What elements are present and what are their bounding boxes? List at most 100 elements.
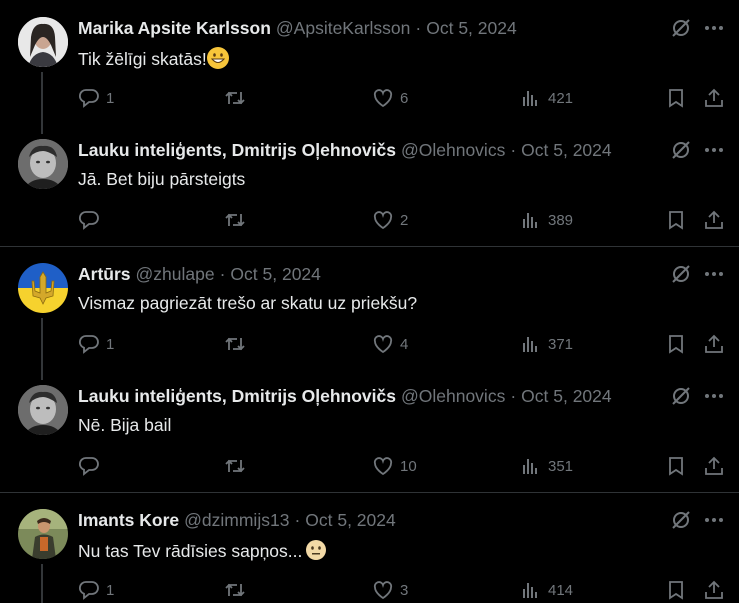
share-icon [705,456,723,475]
thread-divider [0,492,739,493]
tweet-text: Vismaz pagriezāt trešo ar skatu uz priek… [78,293,417,314]
author-name[interactable]: Imants Kore [78,510,179,531]
tweet-text: Tik žēlīgi skatās! [78,47,229,70]
retweet-icon [225,583,245,597]
bookmark-button[interactable] [665,209,687,231]
views-button[interactable]: 371 [520,333,573,355]
author-name[interactable]: Artūrs [78,264,131,285]
reply-button[interactable]: 1 [78,579,114,601]
grinning-face-icon [206,47,229,69]
author-handle[interactable]: @zhulape [136,264,215,285]
retweet-icon [225,91,245,105]
author-name[interactable]: Marika Apsite Karlsson [78,18,271,39]
reply-icon [78,335,99,354]
share-button[interactable] [703,87,725,109]
like-button[interactable]: 4 [372,333,408,355]
grok-icon[interactable] [670,509,692,531]
like-button[interactable]: 2 [372,209,408,231]
tweet-date[interactable]: Oct 5, 2024 [521,140,611,161]
reply-icon [78,211,99,230]
grok-icon[interactable] [670,17,692,39]
like-count: 3 [400,581,409,599]
retweet-button[interactable] [224,209,252,231]
action-bar: 2 389 [78,209,738,231]
tweet[interactable]: Lauku inteliģents, Dmitrijs Oļehnovičs @… [0,139,739,239]
reply-button[interactable]: 1 [78,333,114,355]
avatar[interactable] [18,139,68,189]
thread-line [41,564,43,603]
like-button[interactable]: 3 [372,579,408,601]
like-button[interactable]: 10 [372,455,417,477]
avatar[interactable] [18,17,68,67]
retweet-button[interactable] [224,87,252,109]
tweet-header: Lauku inteliģents, Dmitrijs Oļehnovičs @… [78,385,612,407]
tweet[interactable]: Artūrs @zhulape · Oct 5, 2024 Vismaz pag… [0,263,739,380]
action-bar: 10 351 [78,455,738,477]
grok-icon[interactable] [670,139,692,161]
author-handle[interactable]: @Olehnovics [401,386,505,407]
tweet-date[interactable]: Oct 5, 2024 [426,18,516,39]
tweet[interactable]: Marika Apsite Karlsson @ApsiteKarlsson ·… [0,17,739,134]
reply-count: 1 [106,581,115,599]
reply-button[interactable] [78,209,106,231]
like-count: 6 [400,89,409,107]
bookmark-icon [669,581,683,600]
bookmark-button[interactable] [665,455,687,477]
retweet-button[interactable] [224,455,252,477]
author-name[interactable]: Lauku inteliģents, Dmitrijs Oļehnovičs [78,386,396,407]
more-icon[interactable] [703,17,725,39]
views-icon [523,213,537,228]
share-icon [705,88,723,107]
views-button[interactable]: 421 [520,87,573,109]
avatar[interactable] [18,263,68,313]
like-icon [373,211,393,230]
reply-button[interactable]: 1 [78,87,114,109]
thread-line [41,72,43,134]
tweet-header: Lauku inteliģents, Dmitrijs Oļehnovičs @… [78,139,612,161]
views-button[interactable]: 351 [520,455,573,477]
bookmark-button[interactable] [665,579,687,601]
author-handle[interactable]: @dzimmijs13 [184,510,289,531]
author-handle[interactable]: @ApsiteKarlsson [276,18,411,39]
tweet-text-content: Jā. Bet biju pārsteigts [78,169,246,189]
more-icon[interactable] [703,509,725,531]
avatar[interactable] [18,509,68,559]
tweet[interactable]: Imants Kore @dzimmijs13 · Oct 5, 2024 Nu… [0,509,739,603]
like-icon [373,457,393,476]
share-icon [705,580,723,599]
more-icon[interactable] [703,139,725,161]
action-bar: 1 3 414 [78,579,738,601]
avatar[interactable] [18,385,68,435]
bookmark-button[interactable] [665,333,687,355]
tweet[interactable]: Lauku inteliģents, Dmitrijs Oļehnovičs @… [0,385,739,485]
retweet-button[interactable] [224,579,252,601]
grok-icon[interactable] [670,263,692,285]
views-button[interactable]: 414 [520,579,573,601]
separator: · [510,139,517,160]
share-icon [705,334,723,353]
like-count: 4 [400,335,409,353]
retweet-button[interactable] [224,333,252,355]
grok-icon[interactable] [670,385,692,407]
tweet-date[interactable]: Oct 5, 2024 [305,510,395,531]
tweet-date[interactable]: Oct 5, 2024 [521,386,611,407]
action-bar: 1 6 421 [78,87,738,109]
tweet-text: Nē. Bija bail [78,415,171,436]
reply-button[interactable] [78,455,106,477]
retweet-icon [225,337,245,351]
bookmark-button[interactable] [665,87,687,109]
like-button[interactable]: 6 [372,87,408,109]
share-button[interactable] [703,455,725,477]
more-icon[interactable] [703,263,725,285]
more-icon[interactable] [703,385,725,407]
share-button[interactable] [703,579,725,601]
like-icon [373,581,393,600]
views-count: 371 [548,335,574,353]
views-button[interactable]: 389 [520,209,573,231]
author-name[interactable]: Lauku inteliģents, Dmitrijs Oļehnovičs [78,140,396,161]
share-button[interactable] [703,333,725,355]
author-handle[interactable]: @Olehnovics [401,140,505,161]
tweet-date[interactable]: Oct 5, 2024 [230,264,320,285]
tweet-header: Marika Apsite Karlsson @ApsiteKarlsson ·… [78,17,517,39]
share-button[interactable] [703,209,725,231]
